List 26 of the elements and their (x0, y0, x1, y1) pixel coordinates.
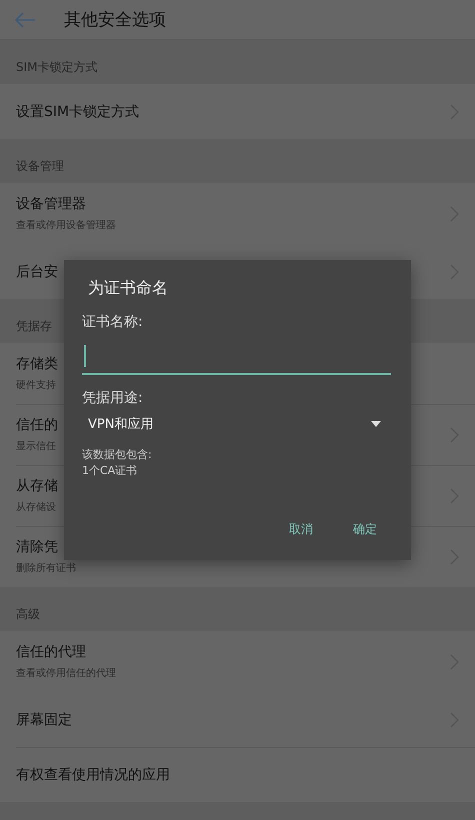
field-label: 凭据用途: (82, 389, 144, 407)
section-header: 设备管理 (16, 158, 64, 175)
item-title: 后台安 (16, 262, 58, 280)
page-title: 其他安全选项 (64, 9, 166, 31)
dialog-title: 为证书命名 (88, 278, 169, 299)
item-title: 信任的代理 (16, 643, 87, 661)
section-header: 凭据存 (16, 318, 52, 335)
item-title: 存储类 (16, 355, 58, 373)
item-subtitle: 查看或停用设备管理器 (16, 218, 116, 232)
info-text: 该数据包包含: (82, 447, 153, 463)
item-subtitle: 显示信任 (16, 440, 57, 453)
field-label: 证书名称: (82, 313, 144, 331)
item-title: 设置SIM卡锁定方式 (16, 102, 140, 120)
info-text: 1个CA证书 (82, 463, 138, 479)
section-header: SIM卡锁定方式 (16, 59, 98, 76)
item-title: 有权查看使用情况的应用 (16, 766, 170, 784)
item-title: 设备管理器 (16, 195, 87, 213)
item-subtitle: 删除所有证书 (16, 562, 76, 575)
section-header: 高级 (16, 606, 40, 623)
item-title: 屏幕固定 (16, 710, 72, 728)
item-title: 信任的 (16, 416, 58, 434)
item-subtitle: 从存储设 (16, 500, 57, 514)
item-title: 从存储 (16, 477, 58, 495)
item-subtitle: 查看或停用信任的代理 (16, 666, 116, 680)
item-title: 清除凭 (16, 538, 59, 556)
item-subtitle: 硬件支持 (16, 378, 57, 392)
